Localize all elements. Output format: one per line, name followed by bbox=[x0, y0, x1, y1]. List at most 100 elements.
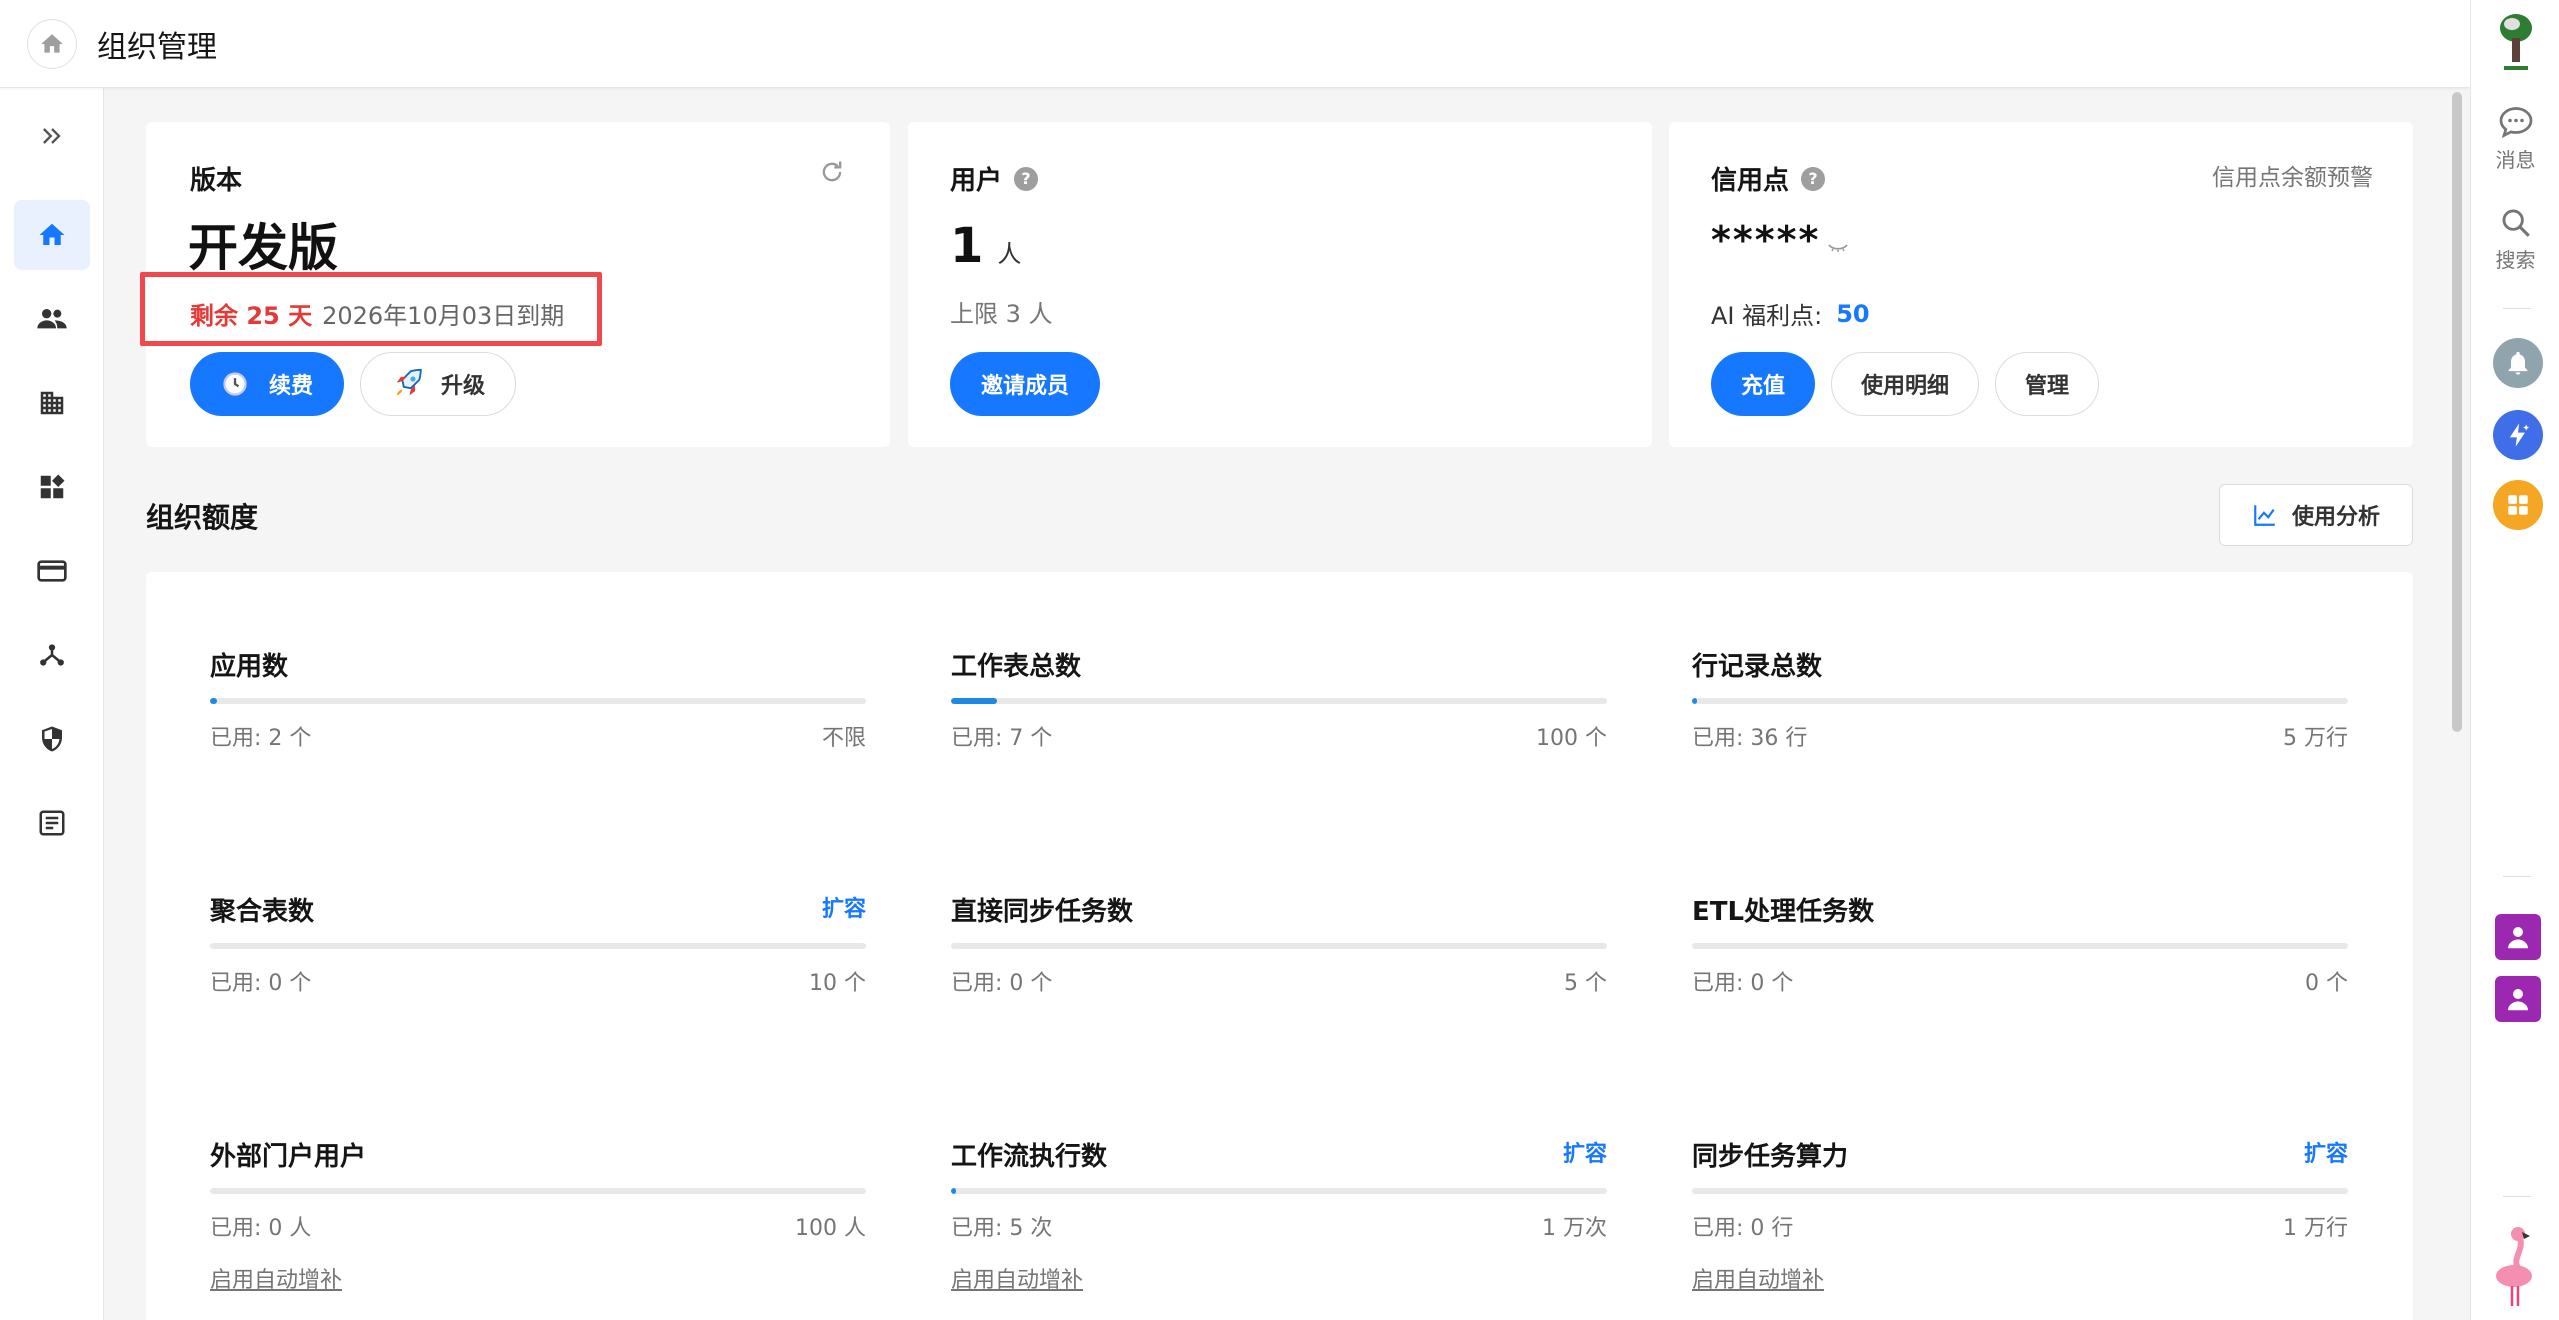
search-label: 搜索 bbox=[2495, 248, 2536, 272]
sidebar-item-apps[interactable] bbox=[14, 452, 90, 522]
expand-sidebar-button[interactable] bbox=[34, 118, 70, 154]
quota-limit: 1 万行 bbox=[2283, 1216, 2348, 1241]
credit-masked-value: ***** bbox=[1711, 218, 1821, 262]
quota-grid-card: 应用数 已用: 2 个 不限 工作表总数 已用: 7 个 100 个 行记录总数… bbox=[146, 572, 2413, 1320]
help-icon[interactable]: ? bbox=[1801, 166, 1826, 191]
shield-icon bbox=[42, 726, 62, 752]
quota-name: ETL处理任务数 bbox=[1692, 897, 1875, 927]
quota-progress-bar bbox=[951, 1188, 1607, 1194]
flamingo-icon bbox=[2495, 1227, 2532, 1306]
usage-details-label: 使用明细 bbox=[1860, 374, 1949, 399]
sparkle-bolt-icon bbox=[2509, 423, 2530, 447]
main-scrollbar[interactable] bbox=[2452, 92, 2462, 732]
rail-divider bbox=[2503, 876, 2531, 877]
quota-name: 工作流执行数 bbox=[951, 1142, 1108, 1172]
eye-closed-icon[interactable] bbox=[1826, 235, 1850, 259]
quota-progress-fill bbox=[951, 1188, 957, 1194]
credit-balance-line: ***** bbox=[1711, 218, 1850, 262]
messages-button[interactable]: 消息 bbox=[2471, 104, 2559, 173]
quota-used: 已用: 0 个 bbox=[210, 971, 312, 996]
home-icon bbox=[39, 223, 65, 245]
bell-icon bbox=[2508, 351, 2528, 375]
credit-alert-link[interactable]: 信用点余额预警 bbox=[2212, 158, 2373, 192]
quota-progress-bar bbox=[1692, 1188, 2348, 1194]
quota-progress-bar bbox=[210, 943, 866, 949]
sidebar-item-integration[interactable] bbox=[14, 620, 90, 690]
renew-button[interactable]: 续费 bbox=[190, 352, 344, 416]
expire-date: 2026年10月03日到期 bbox=[322, 302, 565, 330]
user-count: 1 bbox=[950, 218, 984, 274]
article-icon bbox=[39, 810, 65, 836]
user-avatar-top[interactable] bbox=[2471, 10, 2559, 70]
recharge-label: 充值 bbox=[1740, 374, 1785, 399]
quota-progress-bar bbox=[210, 698, 866, 704]
quota-limit: 100 个 bbox=[1536, 726, 1607, 751]
quota-limit: 1 万次 bbox=[1542, 1216, 1607, 1241]
home-button[interactable] bbox=[27, 18, 77, 69]
chat-bubble-icon bbox=[2499, 107, 2532, 139]
sidebar-item-members[interactable] bbox=[14, 284, 90, 354]
quota-name: 行记录总数 bbox=[1692, 652, 1823, 682]
quota-used: 已用: 0 人 bbox=[210, 1216, 312, 1241]
auto-replenish-link[interactable]: 启用自动增补 bbox=[951, 1262, 1083, 1294]
auto-replenish-link[interactable]: 启用自动增补 bbox=[210, 1262, 342, 1294]
quota-progress-fill bbox=[1692, 698, 1698, 704]
sidebar-item-billing[interactable] bbox=[14, 536, 90, 606]
quota-used: 已用: 7 个 bbox=[951, 726, 1053, 751]
quota-progress-bar bbox=[210, 1188, 866, 1194]
sidebar-item-logs[interactable] bbox=[14, 788, 90, 858]
notification-button[interactable] bbox=[2493, 338, 2543, 388]
sidebar-item-security[interactable] bbox=[14, 704, 90, 774]
expiry-line: 剩余 25 天 2026年10月03日到期 bbox=[190, 296, 564, 331]
quota-used: 已用: 36 行 bbox=[1692, 726, 1808, 751]
usage-analysis-label: 使用分析 bbox=[2291, 505, 2380, 530]
manage-credits-button[interactable]: 管理 bbox=[1995, 352, 2099, 416]
quota-progress-bar bbox=[1692, 943, 2348, 949]
contact-avatar-2[interactable] bbox=[2495, 976, 2541, 1022]
quota-progress-fill bbox=[210, 698, 217, 704]
quota-limit: 5 个 bbox=[1564, 971, 1607, 996]
rocket-icon bbox=[396, 368, 422, 396]
expand-capacity-link[interactable]: 扩容 bbox=[822, 891, 866, 923]
sidebar-item-organization[interactable] bbox=[14, 368, 90, 438]
expand-capacity-link[interactable]: 扩容 bbox=[1563, 1136, 1607, 1168]
quota-used: 已用: 5 次 bbox=[951, 1216, 1053, 1241]
search-button[interactable]: 搜索 bbox=[2471, 206, 2559, 273]
ai-assistant-button[interactable] bbox=[2493, 410, 2543, 460]
search-icon bbox=[2502, 209, 2530, 237]
recharge-button[interactable]: 充值 bbox=[1711, 352, 1815, 416]
quota-progress-fill bbox=[951, 698, 997, 704]
quota-used: 已用: 2 个 bbox=[210, 726, 312, 751]
tree-avatar-icon bbox=[2499, 14, 2532, 70]
quota-limit: 不限 bbox=[821, 726, 866, 751]
sidebar-item-home[interactable] bbox=[14, 200, 90, 270]
refresh-icon[interactable] bbox=[818, 158, 846, 186]
flamingo-mascot[interactable] bbox=[2471, 1214, 2559, 1314]
quota-used: 已用: 0 个 bbox=[1692, 971, 1794, 996]
ai-credit-label: AI 福利点: bbox=[1711, 302, 1823, 330]
help-icon[interactable]: ? bbox=[1014, 166, 1039, 191]
edition-name: 开发版 bbox=[188, 219, 338, 277]
invite-member-button[interactable]: 邀请成员 bbox=[950, 352, 1100, 416]
quota-name: 同步任务算力 bbox=[1692, 1142, 1849, 1172]
credits-title: 信用点 ? bbox=[1711, 160, 1826, 197]
quota-used: 已用: 0 行 bbox=[1692, 1216, 1794, 1241]
remaining-days: 剩余 25 天 bbox=[190, 302, 313, 330]
quota-progress-bar bbox=[951, 943, 1607, 949]
ai-credit-value: 50 bbox=[1836, 299, 1870, 328]
usage-analysis-button[interactable]: 使用分析 bbox=[2219, 484, 2413, 546]
contact-avatar-1[interactable] bbox=[2495, 914, 2541, 960]
app-grid-button[interactable] bbox=[2493, 480, 2543, 530]
top-header: 组织管理 bbox=[0, 0, 2470, 88]
credits-title-text: 信用点 bbox=[1711, 166, 1790, 196]
expand-capacity-link[interactable]: 扩容 bbox=[2304, 1136, 2348, 1168]
person-icon bbox=[2508, 927, 2528, 949]
credits-card: 信用点 ? 信用点余额预警 ***** AI 福利点: 50 充值 使用明细 管… bbox=[1669, 122, 2413, 447]
auto-replenish-link[interactable]: 启用自动增补 bbox=[1692, 1262, 1824, 1294]
home-icon bbox=[41, 33, 63, 53]
upgrade-button[interactable]: 升级 bbox=[360, 352, 516, 416]
hub-icon bbox=[40, 644, 64, 666]
upgrade-label: 升级 bbox=[440, 374, 485, 399]
usage-details-button[interactable]: 使用明细 bbox=[1831, 352, 1979, 416]
line-chart-icon bbox=[2254, 505, 2275, 526]
